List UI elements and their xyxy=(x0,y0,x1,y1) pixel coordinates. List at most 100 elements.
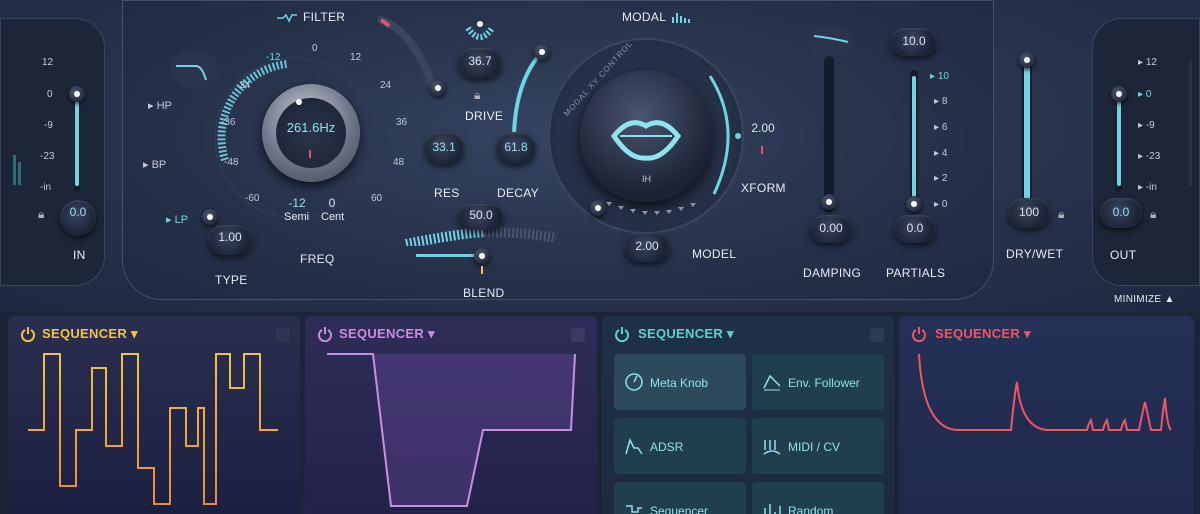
panel2-sequencer-graph[interactable] xyxy=(325,350,579,510)
partials-top-value[interactable]: 10.0 xyxy=(891,34,937,48)
input-scale-23: -23 xyxy=(40,151,55,162)
power-icon[interactable] xyxy=(911,326,927,342)
input-value[interactable]: 0.0 xyxy=(60,205,96,219)
input-scale-in: -in xyxy=(40,182,52,193)
power-icon[interactable] xyxy=(20,326,36,342)
cent-value[interactable]: 0 xyxy=(324,196,340,210)
freq-scale-minus60: -60 xyxy=(245,193,260,204)
damping-value[interactable]: 0.00 xyxy=(810,221,852,235)
mod-tile-sequencer[interactable]: Sequencer xyxy=(614,482,746,514)
output-scale-in-label: -in xyxy=(1145,182,1157,193)
panel2-title[interactable]: SEQUENCER ▾ xyxy=(339,326,435,342)
drive-slider-thumb[interactable] xyxy=(430,80,446,96)
drive-value[interactable]: 36.7 xyxy=(458,54,502,68)
filter-mode-bp-label: BP xyxy=(151,159,167,171)
panel4-envelope-graph[interactable] xyxy=(917,350,1177,440)
midi-cv-label: MIDI / CV xyxy=(788,440,841,454)
partials-scale-0: ▸ 0 xyxy=(934,199,948,210)
freq-scale-48: 48 xyxy=(393,157,405,168)
partials-scale-2: ▸ 2 xyxy=(934,173,948,184)
freq-scale-minus24: -24 xyxy=(236,80,251,91)
minimize-button[interactable]: MINIMIZE ▲ xyxy=(1114,294,1175,305)
modal-title: MODAL xyxy=(622,10,667,24)
freq-knob-indicator xyxy=(296,99,302,105)
drywet-label: DRY/WET xyxy=(1006,247,1064,261)
output-label: OUT xyxy=(1110,248,1137,262)
res-value[interactable]: 33.1 xyxy=(424,140,464,154)
blend-slider-thumb[interactable] xyxy=(474,248,490,264)
output-scale-23: ▸ -23 xyxy=(1138,151,1161,162)
filter-mode-bp[interactable]: ▸ BP xyxy=(143,158,166,171)
modulator-panel-1: SEQUENCER ▾ xyxy=(8,316,300,514)
panel2-handle-icon[interactable] xyxy=(571,328,585,342)
model-value[interactable]: 2.00 xyxy=(624,239,670,253)
mod-tile-midi-cv[interactable]: MIDI / CV xyxy=(752,418,884,474)
partials-scale-6-label: 6 xyxy=(941,122,948,133)
mod-tile-random[interactable]: Random xyxy=(752,482,884,514)
cent-label: Cent xyxy=(321,211,345,223)
panel3-handle-icon[interactable] xyxy=(870,328,884,342)
mod-tile-env-follower[interactable]: Env. Follower xyxy=(752,354,884,410)
output-lock-icon[interactable]: 🔒︎ xyxy=(1150,207,1156,222)
model-label: MODEL xyxy=(692,247,737,261)
model-slider-thumb[interactable] xyxy=(590,200,606,216)
freq-scale-minus48: -48 xyxy=(224,157,239,168)
blend-value[interactable]: 50.0 xyxy=(458,208,504,222)
decay-value[interactable]: 61.8 xyxy=(496,140,536,154)
power-icon[interactable] xyxy=(317,326,333,342)
decay-slider-thumb[interactable] xyxy=(534,44,550,60)
panel1-title[interactable]: SEQUENCER ▾ xyxy=(42,326,138,342)
xform-indicator[interactable] xyxy=(735,133,741,139)
semi-value[interactable]: -12 xyxy=(287,196,307,210)
mod-tile-adsr[interactable]: ADSR xyxy=(614,418,746,474)
meta-knob-label: Meta Knob xyxy=(650,376,709,390)
filter-type-value[interactable]: 1.00 xyxy=(208,230,252,244)
freq-value[interactable]: 261.6Hz xyxy=(276,120,346,135)
panel1-handle-icon[interactable] xyxy=(276,328,290,342)
panel4-title-text: SEQUENCER xyxy=(935,326,1021,341)
drywet-lock-icon[interactable]: 🔒︎ xyxy=(1058,207,1064,222)
res-label: RES xyxy=(434,186,460,200)
freq-scale-12: 12 xyxy=(350,52,362,63)
filter-mode-hp[interactable]: ▸ HP xyxy=(148,99,172,112)
input-slider-thumb[interactable] xyxy=(69,86,85,102)
output-slider-fill xyxy=(1117,96,1121,186)
freq-scale-36: 36 xyxy=(396,117,408,128)
freq-scale-0: 0 xyxy=(312,43,318,54)
panel3-title-text: SEQUENCER xyxy=(638,326,724,341)
adsr-label: ADSR xyxy=(650,440,684,454)
output-scale-12: ▸ 12 xyxy=(1138,57,1157,68)
env-follower-icon xyxy=(763,374,781,391)
partials-scale-8-label: 8 xyxy=(941,96,948,107)
xform-label: XFORM xyxy=(741,181,786,195)
drive-lock-icon[interactable]: 🔒︎ xyxy=(474,88,480,103)
partials-label: PARTIALS xyxy=(886,266,946,280)
panel1-title-text: SEQUENCER xyxy=(42,326,128,341)
drywet-slider-thumb[interactable] xyxy=(1019,52,1035,68)
filter-mode-lp[interactable]: ▸ LP xyxy=(166,213,188,226)
panel4-title[interactable]: SEQUENCER ▾ xyxy=(935,326,1031,342)
mod-tile-meta-knob[interactable]: Meta Knob xyxy=(614,354,746,410)
input-meter-right xyxy=(18,162,21,185)
output-value[interactable]: 0.0 xyxy=(1100,205,1142,219)
modulator-panel-3: SEQUENCER ▾ Meta Knob Env. Follower ADSR… xyxy=(602,316,894,514)
panel1-sequencer-graph[interactable] xyxy=(26,350,288,510)
damping-slider-thumb[interactable] xyxy=(821,194,837,210)
panel3-title[interactable]: SEQUENCER ▾ xyxy=(638,326,734,342)
random-label: Random xyxy=(788,504,834,514)
partials-value[interactable]: 0.0 xyxy=(894,221,936,235)
output-slider-thumb[interactable] xyxy=(1111,86,1127,102)
lock-icon[interactable]: 🔒︎ xyxy=(38,207,44,222)
output-scale-in: ▸ -in xyxy=(1138,182,1157,193)
drywet-value[interactable]: 100 xyxy=(1008,205,1050,219)
freq-scale-60: 60 xyxy=(371,193,383,204)
modal-center-label: IH xyxy=(642,174,651,184)
damping-slider-track[interactable] xyxy=(824,56,834,212)
partials-slider-thumb[interactable] xyxy=(906,196,922,212)
power-icon[interactable] xyxy=(614,326,630,342)
xform-value[interactable]: 2.00 xyxy=(746,121,780,135)
env-follower-label: Env. Follower xyxy=(788,376,860,390)
modulator-panel-4: SEQUENCER ▾ xyxy=(899,316,1194,514)
adsr-icon xyxy=(625,437,643,455)
partials-scale-2-label: 2 xyxy=(941,173,948,184)
